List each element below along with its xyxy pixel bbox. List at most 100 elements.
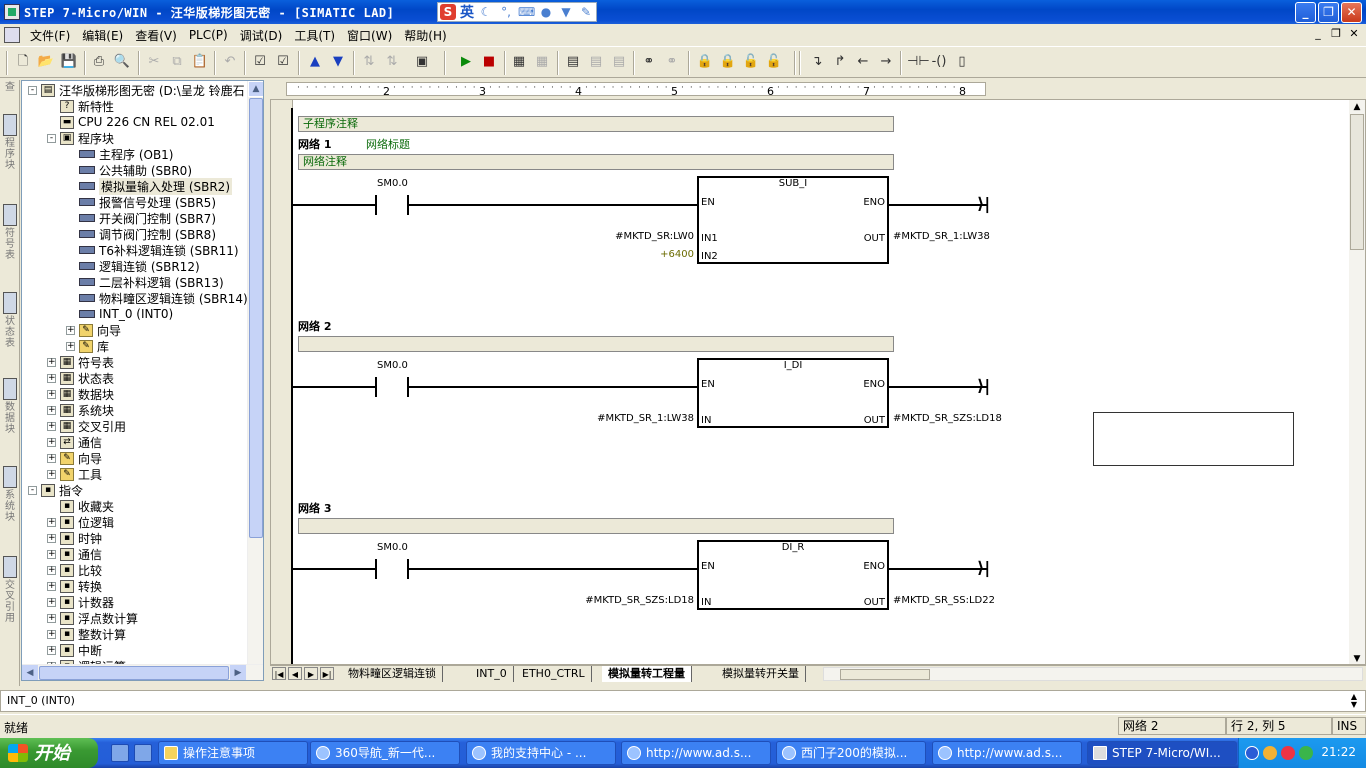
insert-up-line-icon[interactable]: ↱ bbox=[831, 53, 849, 71]
tree-item[interactable]: + ▦ 系统块 bbox=[47, 402, 114, 418]
coil-icon[interactable]: -() bbox=[930, 53, 948, 71]
lock-icon[interactable]: 🔒 bbox=[696, 53, 714, 71]
tab-prev-icon[interactable]: ◀ bbox=[288, 667, 302, 680]
unlock-icon[interactable]: 🔒 bbox=[719, 53, 737, 71]
tree-item[interactable]: ? 新特性 bbox=[47, 98, 114, 114]
tree-item[interactable]: 公共辅助 (SBR0) bbox=[66, 162, 192, 178]
cut-icon[interactable]: ✂ bbox=[145, 53, 163, 71]
collapse-icon[interactable]: - bbox=[47, 133, 56, 143]
keyboard-icon[interactable]: ⌨ bbox=[518, 5, 535, 19]
network-comment[interactable] bbox=[298, 518, 894, 534]
expand-icon[interactable]: + bbox=[47, 389, 56, 399]
scroll-thumb[interactable] bbox=[249, 98, 263, 538]
tree-item[interactable]: + ▪ 计数器 bbox=[47, 594, 114, 610]
wrench-icon[interactable]: ✎ bbox=[578, 5, 594, 19]
expand-icon[interactable]: + bbox=[66, 325, 75, 335]
network-label[interactable]: 网络 1 bbox=[298, 136, 331, 152]
paste-icon[interactable]: 📋 bbox=[191, 53, 209, 71]
skin-icon[interactable]: ▼ bbox=[558, 5, 574, 19]
force-icon[interactable]: ⚭ bbox=[640, 53, 658, 71]
open-icon[interactable]: 📂 bbox=[37, 53, 55, 71]
read-all-forced-icon[interactable]: 🔓 bbox=[765, 53, 783, 71]
contact-address[interactable]: SM0.0 bbox=[377, 360, 408, 371]
scroll-right-icon[interactable]: ▶ bbox=[230, 665, 246, 680]
program-status-icon[interactable]: ▦ bbox=[510, 53, 528, 71]
tree-item[interactable]: 开关阀门控制 (SBR7) bbox=[66, 210, 216, 226]
contact-address[interactable]: SM0.0 bbox=[377, 178, 408, 189]
tray-app-icon[interactable] bbox=[1263, 746, 1277, 760]
moon-icon[interactable]: ☾ bbox=[478, 5, 494, 19]
input-operand[interactable]: #MKTD_SR_SZS:LD18 bbox=[585, 595, 694, 606]
sort-ascending-icon[interactable]: ⇅ bbox=[360, 53, 378, 71]
tree-item[interactable]: 模拟量输入处理 (SBR2) bbox=[66, 177, 233, 195]
quick-launch-icon[interactable] bbox=[111, 744, 129, 762]
output-spin[interactable]: ▲ ▼ bbox=[1347, 693, 1361, 709]
function-block[interactable]: I_DI EN IN ENO OUT bbox=[697, 358, 889, 428]
write-all-icon[interactable]: ▤ bbox=[610, 53, 628, 71]
network-label[interactable]: 网络 3 bbox=[298, 500, 331, 516]
tab-last-icon[interactable]: ▶| bbox=[320, 667, 334, 680]
output-operand[interactable]: #MKTD_SR_1:LW38 bbox=[893, 231, 990, 242]
insert-down-line-icon[interactable]: ↴ bbox=[808, 53, 826, 71]
print-icon[interactable]: ⎙ bbox=[90, 53, 108, 71]
expand-icon[interactable]: + bbox=[47, 613, 56, 623]
user-icon[interactable]: ● bbox=[538, 5, 554, 19]
close-button[interactable]: ✕ bbox=[1341, 2, 1362, 23]
expand-icon[interactable]: + bbox=[47, 597, 56, 607]
expand-icon[interactable]: + bbox=[47, 373, 56, 383]
taskbar-button[interactable]: 操作注意事项 bbox=[158, 741, 308, 765]
tree-item[interactable]: - ▤ 汪华版梯形图无密 (D:\呈龙 铃鹿石 bbox=[28, 82, 245, 98]
expand-icon[interactable]: + bbox=[47, 549, 56, 559]
editor-horizontal-scrollbar[interactable] bbox=[823, 667, 1363, 681]
editor-vertical-scrollbar[interactable]: ▲ ▼ bbox=[1349, 100, 1365, 664]
tree-item[interactable]: 主程序 (OB1) bbox=[66, 146, 174, 162]
compile-icon[interactable]: ☑ bbox=[251, 53, 269, 71]
nav-cross-reference[interactable]: 交叉引用 bbox=[2, 556, 18, 624]
collapse-icon[interactable]: - bbox=[28, 485, 37, 495]
tree-horizontal-scrollbar[interactable]: ◀ ▶ bbox=[22, 664, 263, 680]
chart-status-icon[interactable]: ▤ bbox=[564, 53, 582, 71]
tree-item[interactable]: 物料疃区逻辑连锁 (SBR14) bbox=[66, 290, 248, 306]
contact-address[interactable]: SM0.0 bbox=[377, 542, 408, 553]
expand-icon[interactable]: + bbox=[47, 421, 56, 431]
scroll-thumb[interactable] bbox=[1350, 114, 1364, 250]
expand-icon[interactable]: + bbox=[47, 629, 56, 639]
nav-data-block[interactable]: 数据块 bbox=[2, 378, 18, 435]
print-preview-icon[interactable]: 🔍 bbox=[113, 53, 131, 71]
tree-item[interactable]: INT_0 (INT0) bbox=[66, 306, 173, 322]
nav-system-block[interactable]: 系统块 bbox=[2, 466, 18, 523]
ime-toolbar[interactable]: S 英 ☾ °, ⌨ ● ▼ ✎ bbox=[437, 2, 597, 22]
nav-symbol-table[interactable]: 符号表 bbox=[2, 204, 18, 261]
app-icon[interactable] bbox=[4, 4, 20, 20]
undo-icon[interactable]: ↶ bbox=[221, 53, 239, 71]
tray-arrow-icon[interactable] bbox=[1245, 746, 1259, 760]
box-icon[interactable]: ▯ bbox=[953, 53, 971, 71]
scroll-left-icon[interactable]: ◀ bbox=[22, 665, 38, 680]
ime-language-toggle[interactable]: 英 bbox=[460, 2, 474, 22]
tree-item[interactable]: + ▪ 比较 bbox=[47, 562, 102, 578]
network-comment[interactable]: 网络注释 bbox=[298, 154, 894, 170]
tree-item[interactable]: + ▦ 状态表 bbox=[47, 370, 114, 386]
input-operand[interactable]: #MKTD_SR:LW0 bbox=[615, 231, 694, 242]
tree-item[interactable]: + ▪ 整数计算 bbox=[47, 626, 126, 642]
collapse-icon[interactable]: - bbox=[28, 85, 37, 95]
nav-program-block[interactable]: 程序块 bbox=[2, 114, 18, 171]
network-label[interactable]: 网络 2 bbox=[298, 318, 331, 334]
tree-item[interactable]: + ▪ 通信 bbox=[47, 546, 102, 562]
save-icon[interactable]: 💾 bbox=[60, 53, 78, 71]
scroll-up-icon[interactable]: ▲ bbox=[248, 81, 263, 97]
options-icon[interactable]: ▣ bbox=[413, 53, 431, 71]
insert-left-line-icon[interactable]: ← bbox=[854, 53, 872, 71]
tree-item[interactable]: + ▦ 符号表 bbox=[47, 354, 114, 370]
expand-icon[interactable]: + bbox=[47, 469, 56, 479]
mdi-minimize-button[interactable]: _ bbox=[1310, 27, 1326, 41]
ladder-editor[interactable]: 子程序注释 ▲ ▼ 网络 1 网络标题 网络注释 SM0.0 SUB_I EN IN1 IN2… bbox=[270, 99, 1366, 665]
subroutine-comment[interactable]: 子程序注释 bbox=[298, 116, 894, 132]
tree-item[interactable]: 二层补料逻辑 (SBR13) bbox=[66, 274, 224, 290]
tree-item[interactable]: - ▣ 程序块 bbox=[47, 130, 114, 146]
new-icon[interactable]: 🗋 bbox=[14, 53, 32, 71]
input-operand[interactable]: #MKTD_SR_1:LW38 bbox=[597, 413, 694, 424]
menu-edit[interactable]: 编辑(E) bbox=[76, 27, 129, 44]
copy-icon[interactable]: ⧉ bbox=[168, 53, 186, 71]
block-tab[interactable]: 模拟量转工程量 bbox=[602, 666, 692, 682]
